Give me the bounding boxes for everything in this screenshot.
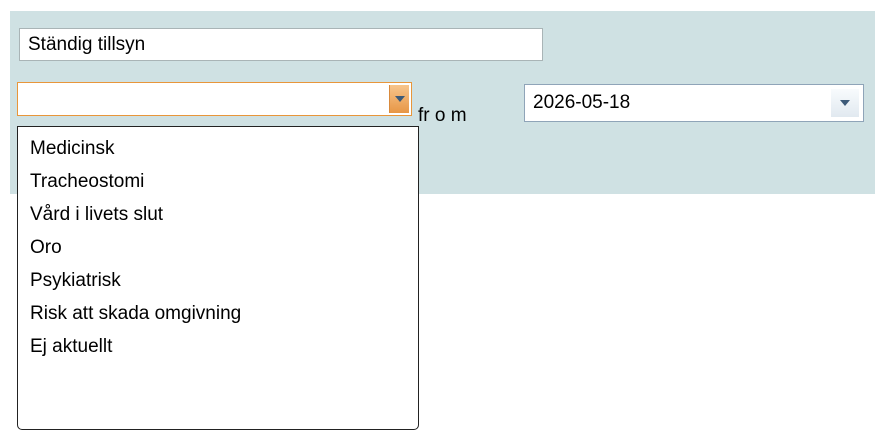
chevron-down-icon[interactable] — [831, 89, 859, 117]
from-date-value: 2026-05-18 — [533, 92, 631, 113]
dropdown-option-psykiatrisk[interactable]: Psykiatrisk — [18, 270, 418, 303]
dropdown-option-ej-aktuellt[interactable]: Ej aktuellt — [18, 336, 418, 369]
dropdown-option-medicinsk[interactable]: Medicinsk — [18, 138, 418, 171]
chevron-down-icon[interactable] — [389, 85, 409, 113]
supervision-type-dropdown-list: Medicinsk Tracheostomi Vård i livets slu… — [17, 126, 419, 430]
dropdown-option-risk-att-skada-omgivning[interactable]: Risk att skada omgivning — [18, 303, 418, 336]
from-date-picker[interactable]: 2026-05-18 — [524, 84, 864, 122]
dropdown-option-tracheostomi[interactable]: Tracheostomi — [18, 171, 418, 204]
dropdown-option-oro[interactable]: Oro — [18, 237, 418, 270]
dropdown-option-vard-i-livets-slut[interactable]: Vård i livets slut — [18, 204, 418, 237]
supervision-type-combobox[interactable] — [17, 82, 412, 116]
supervision-text-field[interactable]: Ständig tillsyn — [19, 28, 543, 61]
from-date-label: fr o m — [418, 105, 467, 126]
